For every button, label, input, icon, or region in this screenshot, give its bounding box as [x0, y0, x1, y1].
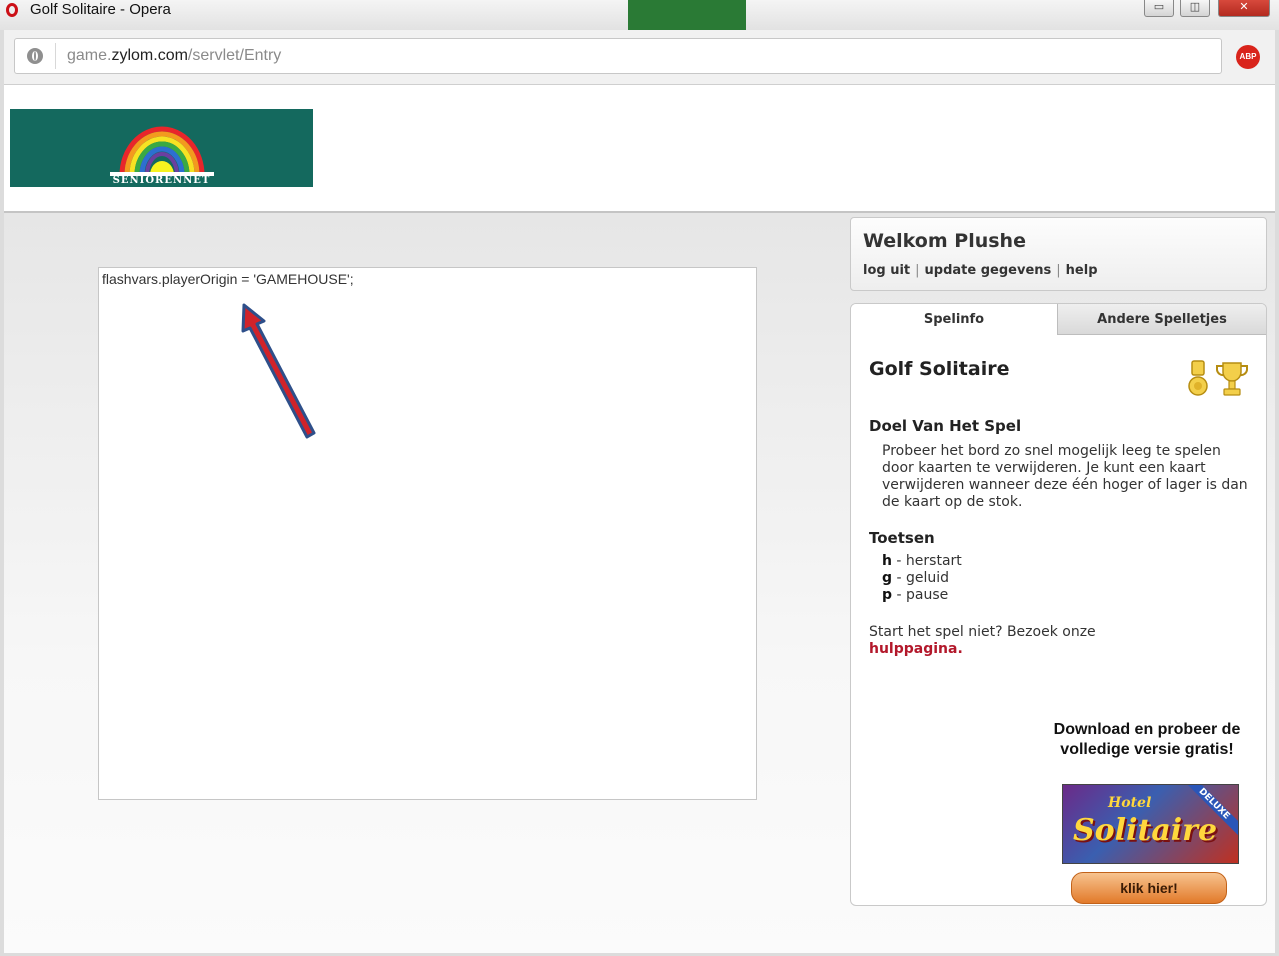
- address-bar[interactable]: game.zylom.com/servlet/Entry: [14, 38, 1222, 74]
- game-info-panel: Spelinfo Andere Spelletjes Golf Solitair…: [850, 303, 1267, 906]
- url-host: zylom.com: [111, 47, 188, 64]
- help-link[interactable]: help: [1066, 263, 1098, 278]
- maximize-button[interactable]: ◫: [1180, 0, 1210, 17]
- promo-image-hotel-text: Hotel: [1108, 795, 1152, 811]
- site-info-globe-icon[interactable]: [27, 48, 43, 64]
- welcome-panel: Welkom Plushe log uit | update gegevens | he…: [850, 217, 1267, 291]
- keys-list: h - herstart g - geluid p - pause: [882, 553, 962, 604]
- annotation-arrow-icon: [241, 303, 316, 439]
- link-separator: |: [915, 263, 920, 278]
- help-text: Start het spel niet? Bezoek onze: [869, 624, 1096, 640]
- medal-icon[interactable]: [1186, 360, 1210, 398]
- trophy-icon[interactable]: [1215, 360, 1249, 398]
- goal-heading: Doel Van Het Spel: [869, 417, 1022, 435]
- logo-text: SENIORENNET: [112, 175, 211, 186]
- promo-heading: Download en probeer de volledige versie …: [1053, 721, 1241, 758]
- browser-toolbar: game.zylom.com/servlet/Entry ABP: [4, 30, 1275, 85]
- tab-spelinfo[interactable]: Spelinfo: [851, 304, 1057, 335]
- titlebar-decoration: [628, 0, 746, 30]
- game-title: Golf Solitaire: [869, 358, 1010, 380]
- url-text[interactable]: game.zylom.com/servlet/Entry: [67, 47, 281, 65]
- tab-andere-spelletjes[interactable]: Andere Spelletjes: [1057, 304, 1266, 335]
- keys-heading: Toetsen: [869, 529, 935, 547]
- key-label: - pause: [896, 587, 949, 603]
- link-separator: |: [1056, 263, 1061, 278]
- url-prefix: game.: [67, 47, 112, 64]
- opera-logo-icon: [6, 3, 18, 17]
- key-label: - herstart: [896, 553, 962, 569]
- logout-link[interactable]: log uit: [863, 263, 910, 278]
- flashvars-code-text: flashvars.playerOrigin = 'GAMEHOUSE';: [102, 271, 354, 287]
- key-item: h - herstart: [882, 553, 962, 570]
- key-item: g - geluid: [882, 570, 962, 587]
- adblock-plus-icon[interactable]: ABP: [1236, 45, 1260, 69]
- hotel-solitaire-promo-image[interactable]: Hotel Solitaire DELUXE: [1062, 784, 1239, 864]
- minimize-button[interactable]: ▭: [1144, 0, 1174, 17]
- seniorennet-logo[interactable]: SENIORENNET: [10, 109, 313, 187]
- address-separator: [55, 43, 56, 69]
- close-button[interactable]: ✕: [1218, 0, 1270, 17]
- key-letter: p: [882, 587, 893, 603]
- url-path: /servlet/Entry: [187, 47, 282, 64]
- key-item: p - pause: [882, 587, 962, 604]
- key-letter: g: [882, 570, 893, 586]
- update-profile-link[interactable]: update gegevens: [925, 263, 1052, 278]
- welcome-title: Welkom Plushe: [863, 230, 1026, 252]
- klik-hier-button[interactable]: klik hier!: [1071, 872, 1227, 904]
- user-links: log uit | update gegevens | help: [863, 263, 1098, 278]
- game-frame[interactable]: flashvars.playerOrigin = 'GAMEHOUSE';: [98, 267, 757, 800]
- window-title: Golf Solitaire - Opera: [30, 1, 171, 18]
- key-letter: h: [882, 553, 892, 569]
- goal-description: Probeer het bord zo snel mogelijk leeg t…: [882, 443, 1248, 510]
- window-titlebar: Golf Solitaire - Opera ▭ ◫ ✕: [0, 0, 1279, 30]
- help-page-link[interactable]: hulppagina.: [869, 641, 963, 657]
- key-label: - geluid: [896, 570, 950, 586]
- web-page: SENIORENNET flashvars.playerOrigin = 'GA…: [4, 85, 1275, 953]
- promo-image-title-text: Solitaire: [1073, 813, 1218, 848]
- site-header: SENIORENNET: [4, 85, 1275, 213]
